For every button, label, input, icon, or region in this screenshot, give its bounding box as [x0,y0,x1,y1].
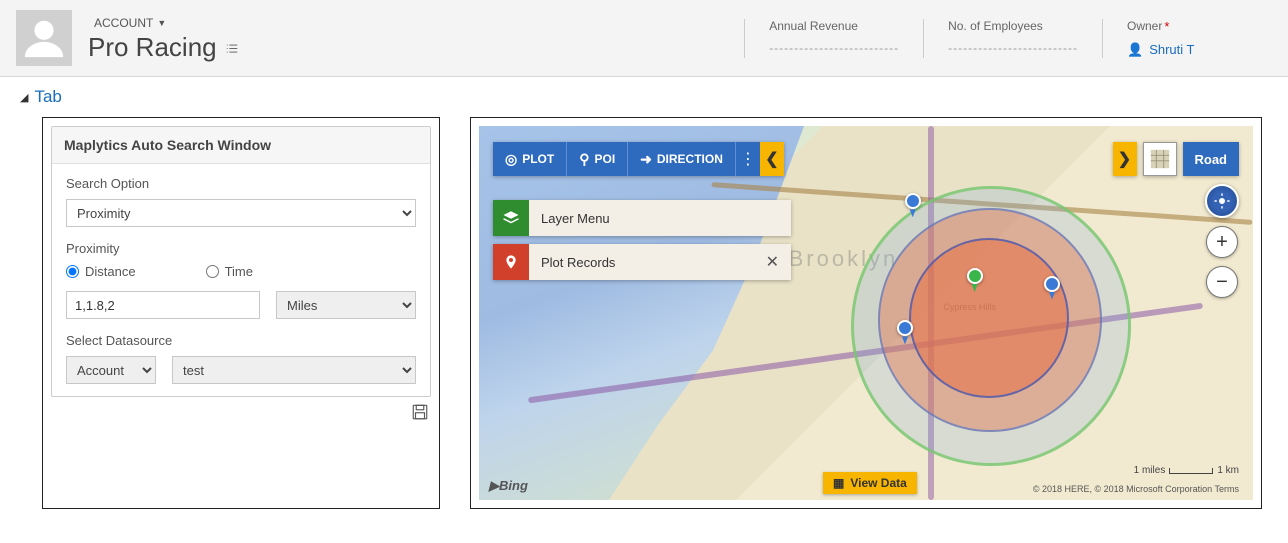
map-pin-center[interactable] [967,268,983,284]
target-icon: ◎ [505,151,517,168]
close-button[interactable]: ✕ [766,252,779,272]
more-icon: ⋮ [740,149,756,169]
toolbar-poi-button[interactable]: ⚲ POI [567,142,628,176]
map-view-switcher: ❯ Road [1113,142,1240,176]
radio-distance[interactable]: Distance [66,264,136,279]
poi-icon: ⚲ [579,151,589,168]
search-panel: Maplytics Auto Search Window Search Opti… [42,117,440,509]
map-pin[interactable] [1044,276,1060,292]
caret-down-icon: ▼ [157,18,166,28]
field-owner[interactable]: Owner* 👤 Shruti T [1102,19,1272,58]
basemap-road-button[interactable]: Road [1183,142,1240,176]
plot-records-label: Plot Records [541,255,615,270]
field-annual-revenue[interactable]: Annual Revenue -------------------------… [744,19,923,58]
bing-logo: ▶Bing [489,478,528,494]
entity-type-label: ACCOUNT [94,16,153,30]
label-datasource: Select Datasource [66,333,416,348]
expand-button[interactable]: ❯ [1113,142,1137,176]
field-value: -------------------------- [769,41,899,56]
record-menu-button[interactable] [225,32,239,63]
map-attribution: © 2018 HERE, © 2018 Microsoft Corporatio… [1033,484,1239,494]
zoom-out-button[interactable]: − [1206,266,1238,298]
select-datasource-view[interactable]: test [172,356,416,384]
collapse-arrow-icon: ◢ [20,91,28,104]
select-search-option[interactable]: Proximity [66,199,416,227]
zoom-in-button[interactable]: + [1206,226,1238,258]
toolbar-collapse-button[interactable]: ❮ [760,142,784,176]
plus-icon: + [1216,231,1228,254]
field-employees[interactable]: No. of Employees -----------------------… [923,19,1102,58]
layer-menu-label: Layer Menu [541,211,610,226]
minus-icon: − [1216,271,1228,294]
grid-icon: ▦ [833,476,844,490]
field-label: No. of Employees [948,19,1078,33]
proximity-zone-inner [909,238,1069,398]
label-proximity: Proximity [66,241,416,256]
save-button[interactable] [411,403,429,424]
record-name: Pro Racing [88,32,217,63]
map-water [479,126,804,500]
plot-records-bar[interactable]: Plot Records ✕ [493,244,791,280]
section-tab[interactable]: ◢ Tab [0,77,1288,111]
map-panel: Brooklyn Cypress Hills ◎ PLOT ⚲ POI [470,117,1262,509]
field-label: Owner* [1127,19,1248,34]
layers-icon [493,200,529,236]
toolbar-more-button[interactable]: ⋮ [736,142,760,176]
select-datasource-entity[interactable]: Account [66,356,156,384]
label-search-option: Search Option [66,176,416,191]
basemap-thumb[interactable] [1143,142,1177,176]
record-header: ACCOUNT ▼ Pro Racing Annual Revenue ----… [0,0,1288,77]
map-thumb-icon [1149,148,1171,170]
input-distance[interactable] [66,291,260,319]
select-unit[interactable]: Miles [276,291,416,319]
map-pin[interactable] [905,193,921,209]
person-icon: 👤 [1127,42,1143,58]
close-icon: ✕ [766,254,779,271]
owner-link[interactable]: Shruti T [1149,42,1194,57]
required-indicator: * [1164,19,1169,34]
locate-button[interactable] [1205,184,1239,218]
direction-icon: ➜ [640,151,652,168]
field-value: -------------------------- [948,41,1078,56]
person-icon [21,15,67,61]
radio-time[interactable]: Time [206,264,253,279]
list-icon [225,42,239,56]
map-toolbar: ◎ PLOT ⚲ POI ➜ DIRECTION ⋮ ❮ [493,142,784,176]
chevron-right-icon: ❯ [1118,149,1131,169]
toolbar-direction-button[interactable]: ➜ DIRECTION [628,142,736,176]
avatar [16,10,72,66]
location-icon [493,244,529,280]
tab-label: Tab [34,87,61,107]
panel-title: Maplytics Auto Search Window [52,127,430,164]
map-canvas[interactable]: Brooklyn Cypress Hills ◎ PLOT ⚲ POI [479,126,1253,500]
layer-menu-bar[interactable]: Layer Menu [493,200,791,236]
scale-bar: 1 miles 1 km [1134,465,1239,476]
locate-icon [1213,192,1231,210]
field-label: Annual Revenue [769,19,899,33]
chevron-left-icon: ❮ [765,149,778,169]
toolbar-plot-button[interactable]: ◎ PLOT [493,142,567,176]
save-icon [411,403,429,421]
view-data-button[interactable]: ▦ View Data [823,472,917,494]
entity-type-dropdown[interactable]: ACCOUNT ▼ [88,14,239,32]
